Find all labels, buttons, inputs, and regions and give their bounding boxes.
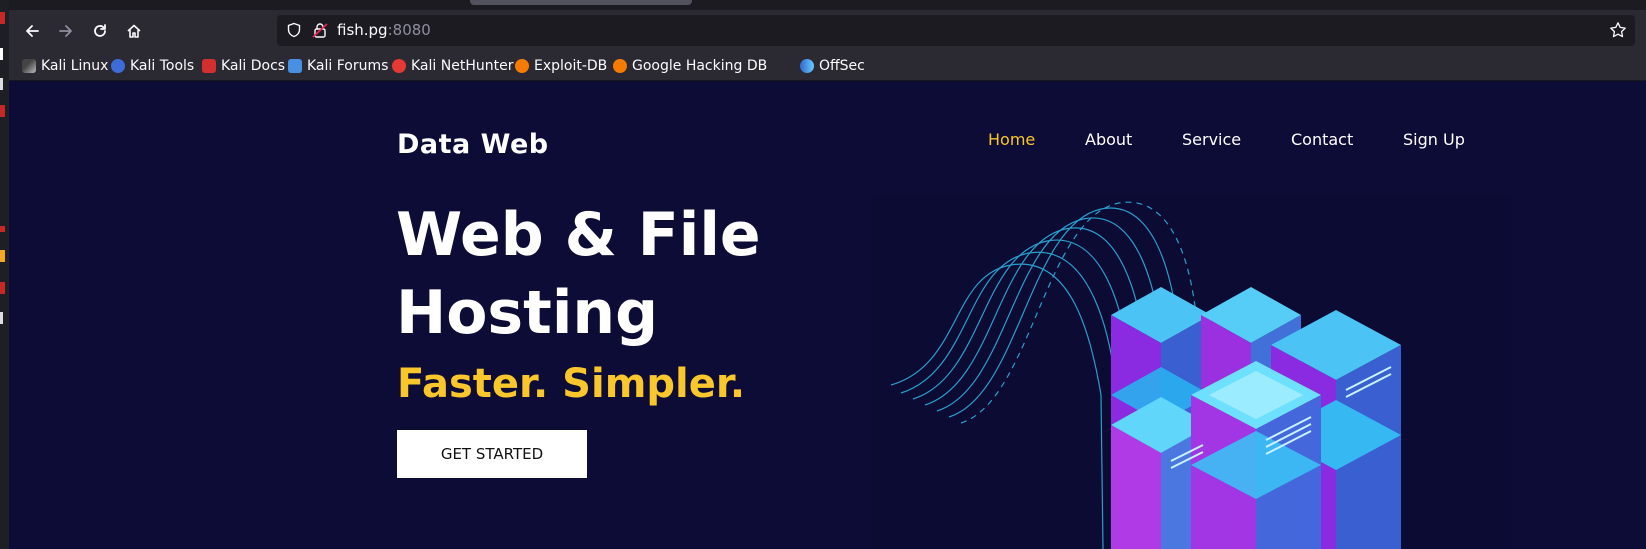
insecure-lock-icon[interactable]	[312, 22, 328, 43]
bookmark-label: Kali Linux	[41, 58, 109, 74]
hero-title-line1: Web & File	[396, 200, 761, 270]
bookmark-label: Kali NetHunter	[411, 58, 514, 74]
bookmarks-toolbar: Kali Linux Kali Tools Kali Docs Kali For…	[9, 52, 1646, 81]
nav-link-contact[interactable]: Contact	[1291, 130, 1353, 149]
bookmark-exploit-db[interactable]: Exploit-DB	[515, 57, 607, 75]
dock-app-icon[interactable]	[0, 250, 5, 262]
bookmark-kali-tools[interactable]: Kali Tools	[111, 57, 194, 75]
nethunter-icon	[392, 59, 406, 73]
server-illustration	[871, 195, 1511, 549]
arrow-left-icon	[26, 25, 39, 37]
dock-app-icon[interactable]	[0, 48, 3, 60]
dock-app-icon[interactable]	[0, 12, 5, 24]
home-icon	[127, 24, 141, 38]
nav-link-home[interactable]: Home	[988, 130, 1035, 149]
web-page: Data Web Home About Service Contact Sign…	[9, 81, 1646, 549]
nav-link-service[interactable]: Service	[1182, 130, 1241, 149]
tracking-protection-icon[interactable]	[286, 22, 302, 42]
dock-app-icon[interactable]	[0, 312, 3, 324]
bookmark-label: Google Hacking DB	[632, 58, 768, 74]
desktop-dock	[0, 0, 9, 549]
hero-tagline: Faster. Simpler.	[397, 361, 746, 407]
nav-link-sign-up[interactable]: Sign Up	[1403, 130, 1465, 149]
bookmark-label: Exploit-DB	[534, 58, 608, 74]
bookmark-label: Kali Tools	[130, 58, 195, 74]
ghdb-icon	[613, 59, 627, 73]
bookmark-offsec[interactable]: OffSec	[800, 57, 865, 75]
dock-app-icon[interactable]	[0, 282, 5, 294]
bookmark-label: Kali Docs	[221, 58, 286, 74]
url-host: fish.pg	[337, 21, 388, 39]
dock-app-icon[interactable]	[0, 105, 5, 117]
url-text[interactable]: fish.pg:8080	[337, 21, 431, 39]
exploit-db-icon	[515, 59, 529, 73]
browser-toolbar: fish.pg:8080	[9, 10, 1646, 52]
back-button[interactable]	[19, 18, 45, 44]
arrow-right-icon	[59, 25, 72, 37]
bookmark-label: Kali Forums	[307, 58, 389, 74]
site-logo[interactable]: Data Web	[397, 129, 549, 160]
reload-button[interactable]	[87, 18, 113, 44]
nav-link-about[interactable]: About	[1085, 130, 1132, 149]
hero-title-line2: Hosting	[396, 278, 659, 348]
kali-tools-icon	[111, 59, 125, 73]
offsec-icon	[800, 59, 814, 73]
reload-icon	[94, 24, 106, 37]
kali-dragon-icon	[22, 59, 36, 73]
bookmark-star-icon[interactable]	[1609, 21, 1627, 43]
bookmark-kali-nethunter[interactable]: Kali NetHunter	[392, 57, 513, 75]
home-button[interactable]	[121, 18, 147, 44]
tab-strip	[9, 0, 1646, 10]
bookmark-google-hacking-db[interactable]: Google Hacking DB	[613, 57, 767, 75]
bookmark-label: OffSec	[819, 58, 865, 74]
bookmark-kali-linux[interactable]: Kali Linux	[22, 57, 108, 75]
dock-app-icon[interactable]	[0, 78, 3, 90]
bookmark-kali-forums[interactable]: Kali Forums	[288, 57, 388, 75]
address-bar[interactable]: fish.pg:8080	[277, 15, 1635, 46]
active-tab[interactable]	[470, 0, 692, 5]
dock-app-icon[interactable]	[0, 226, 5, 232]
hero-title: Web & File Hosting	[396, 196, 916, 352]
kali-docs-icon	[202, 59, 216, 73]
forward-button[interactable]	[53, 18, 79, 44]
kali-forums-icon	[288, 59, 302, 73]
bookmark-kali-docs[interactable]: Kali Docs	[202, 57, 285, 75]
get-started-button[interactable]: GET STARTED	[397, 430, 587, 478]
url-port: :8080	[387, 21, 431, 39]
